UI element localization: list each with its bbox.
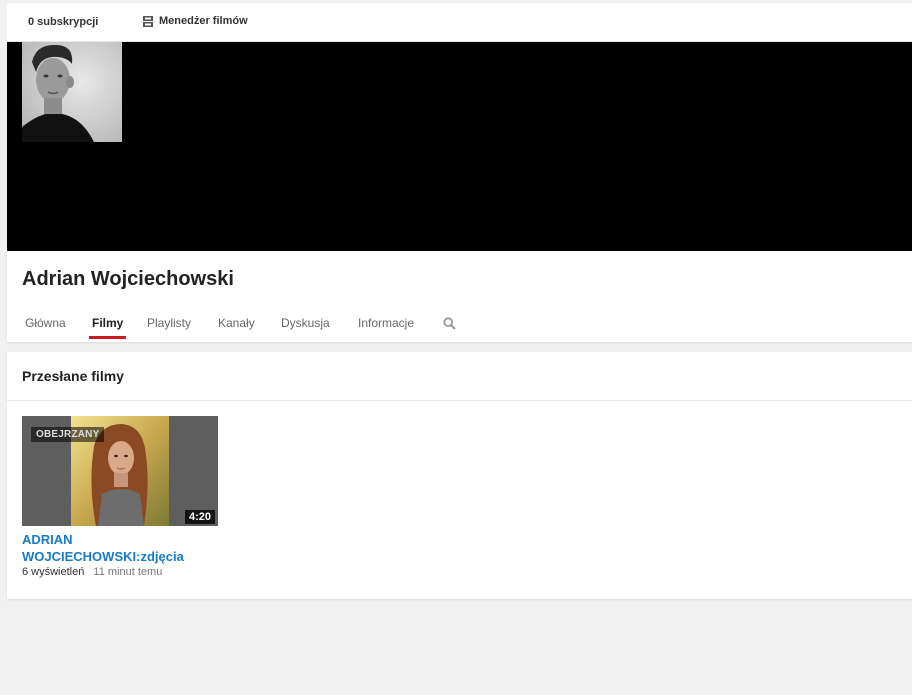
subscriptions-count: 0 subskrypcji — [28, 16, 99, 28]
channel-search-button[interactable] — [443, 317, 456, 335]
channel-banner — [7, 42, 912, 251]
watched-badge: OBEJRZANY — [31, 427, 105, 442]
video-title-link[interactable]: ADRIAN WOJCIECHOWSKI:zdjęcia — [22, 531, 222, 565]
tab-home[interactable]: Główna — [22, 316, 69, 339]
video-age: 11 minut temu — [93, 566, 163, 578]
section-divider — [7, 400, 912, 401]
channel-name: Adrian Wojciechowski — [22, 268, 234, 290]
video-manager-icon — [143, 15, 153, 27]
video-manager-label: Menedżer filmów — [159, 15, 248, 27]
channel-header: Adrian Wojciechowski Główna Filmy Playli… — [7, 251, 912, 342]
section-title: Przesłane filmy — [22, 368, 124, 384]
video-duration: 4:20 — [184, 510, 215, 524]
tab-channels[interactable]: Kanały — [215, 316, 258, 339]
search-icon — [443, 317, 456, 330]
tab-discussion[interactable]: Dyskusja — [278, 316, 333, 339]
video-meta: 6 wyświetleń 11 minut temu — [22, 566, 162, 578]
channel-topbar: 0 subskrypcji Menedżer filmów — [7, 3, 912, 42]
tab-videos[interactable]: Filmy — [89, 316, 127, 339]
video-thumbnail[interactable]: OBEJRZANY 4:20 — [22, 416, 218, 526]
video-views: 6 wyświetleń — [22, 566, 85, 578]
tab-playlists[interactable]: Playlisty — [144, 316, 194, 339]
avatar-photo — [22, 42, 122, 142]
uploads-section: Przesłane filmy OBEJRZANY 4:20 ADRIAN WO… — [7, 352, 912, 599]
tab-about[interactable]: Informacje — [355, 316, 417, 339]
channel-avatar[interactable] — [22, 42, 122, 142]
channel-tabs: Główna Filmy Playlisty Kanały Dyskusja I… — [7, 309, 912, 342]
video-manager-link[interactable]: Menedżer filmów — [143, 15, 248, 27]
